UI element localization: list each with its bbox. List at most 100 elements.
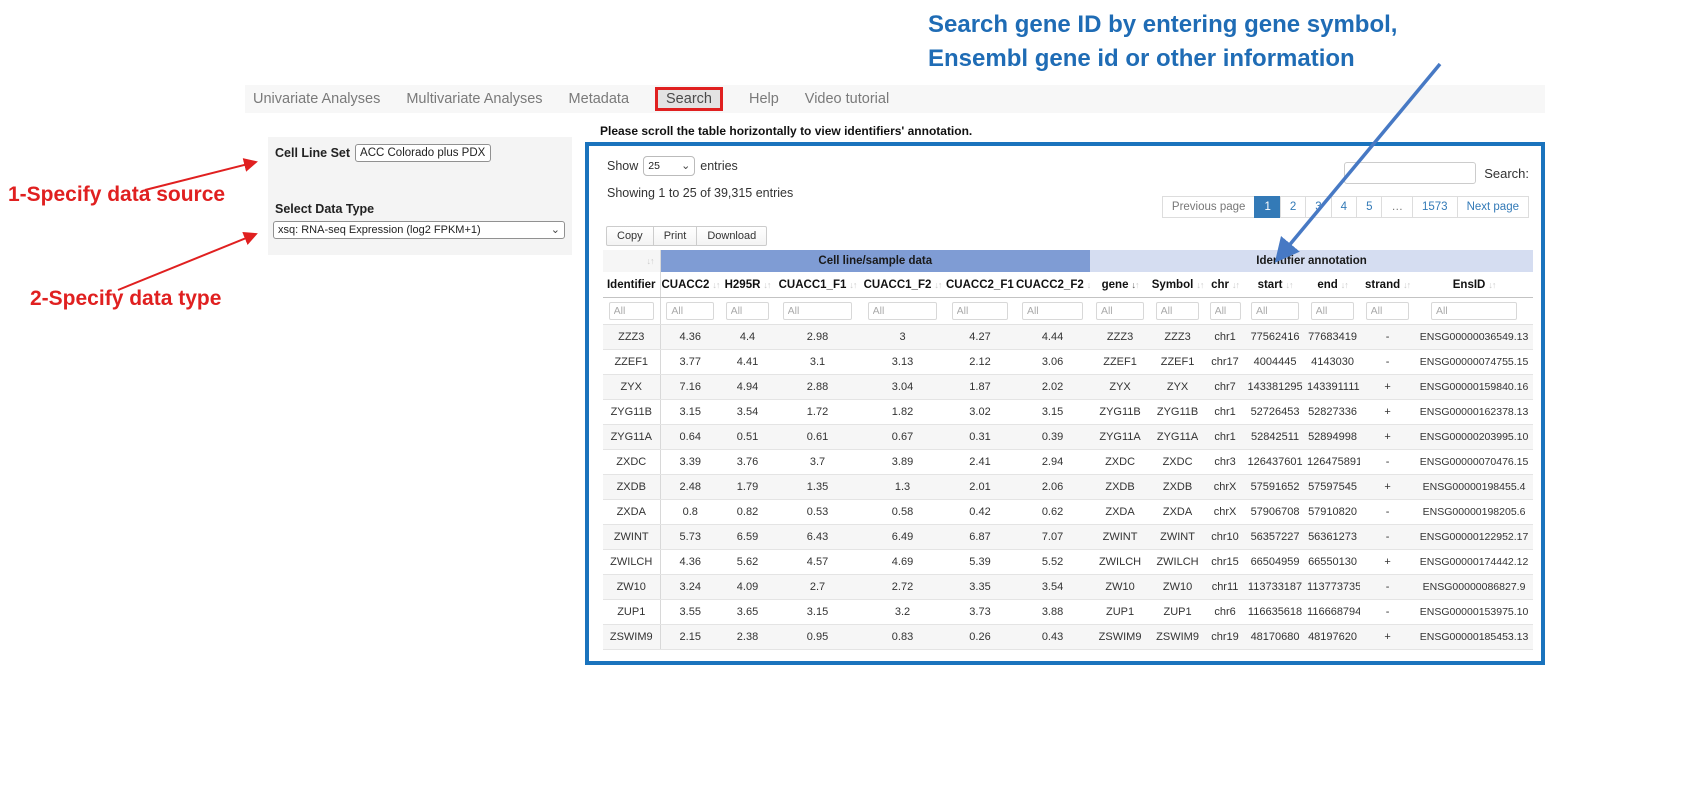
filter-input-symbol[interactable] bbox=[1156, 302, 1200, 320]
data-type-select[interactable]: xsq: RNA-seq Expression (log2 FPKM+1) ⌄ bbox=[273, 221, 565, 239]
scroll-hint: Please scroll the table horizontally to … bbox=[600, 124, 972, 138]
cell-end: 77683419 bbox=[1305, 325, 1360, 350]
cell-cuacc1-f2: 6.49 bbox=[860, 525, 945, 550]
pagination-page-2[interactable]: 2 bbox=[1280, 196, 1306, 218]
pagination-page-1[interactable]: 1 bbox=[1254, 196, 1280, 218]
sort-icon: ↓↑ bbox=[1488, 280, 1495, 290]
cell-line-set-label: Cell Line Set bbox=[275, 146, 350, 160]
column-header-cuacc1-f1[interactable]: CUACC1_F1↓↑ bbox=[775, 272, 860, 298]
cell-strand: - bbox=[1360, 500, 1415, 525]
cell-ensid: ENSG00000198455.4 bbox=[1415, 475, 1533, 500]
table-row: ZZEF13.774.413.13.132.123.06ZZEF1ZZEF1ch… bbox=[603, 350, 1533, 375]
cell-ensid: ENSG00000203995.10 bbox=[1415, 425, 1533, 450]
cell-cuacc2-f2: 2.02 bbox=[1015, 375, 1090, 400]
column-header-symbol[interactable]: Symbol↓↑ bbox=[1150, 272, 1205, 298]
filter-input-cuacc2-f1[interactable] bbox=[952, 302, 1009, 320]
cell-end: 126475891 bbox=[1305, 450, 1360, 475]
filter-input-cuacc1-f2[interactable] bbox=[868, 302, 938, 320]
gene-search-note-line1: Search gene ID by entering gene symbol, bbox=[928, 8, 1397, 42]
cell-identifier: ZZEF1 bbox=[603, 350, 660, 375]
filter-input-strand[interactable] bbox=[1366, 302, 1410, 320]
cell-chr: chr15 bbox=[1205, 550, 1245, 575]
column-header-cuacc1-f2[interactable]: CUACC1_F2↓↑ bbox=[860, 272, 945, 298]
pagination-page-4[interactable]: 4 bbox=[1331, 196, 1357, 218]
pagination-page-3[interactable]: 3 bbox=[1305, 196, 1331, 218]
nav-item-video-tutorial[interactable]: Video tutorial bbox=[805, 91, 889, 107]
table-row: ZXDB2.481.791.351.32.012.06ZXDBZXDBchrX5… bbox=[603, 475, 1533, 500]
cell-gene: ZZZ3 bbox=[1090, 325, 1150, 350]
copy-button[interactable]: Copy bbox=[606, 226, 654, 246]
cell-strand: + bbox=[1360, 550, 1415, 575]
column-header-cuacc2[interactable]: CUACC2↓↑ bbox=[660, 272, 720, 298]
cell-cuacc2-f1: 0.26 bbox=[945, 625, 1015, 650]
filter-input-start[interactable] bbox=[1251, 302, 1299, 320]
cell-end: 4143030 bbox=[1305, 350, 1360, 375]
pagination-previous[interactable]: Previous page bbox=[1162, 196, 1256, 218]
cell-h295r: 0.51 bbox=[720, 425, 775, 450]
group-header-spacer[interactable]: ↓↑ bbox=[603, 250, 660, 272]
cell-end: 116668794 bbox=[1305, 600, 1360, 625]
cell-start: 143381295 bbox=[1245, 375, 1305, 400]
filter-input-end[interactable] bbox=[1311, 302, 1355, 320]
cell-gene: ZZEF1 bbox=[1090, 350, 1150, 375]
filter-input-cuacc2[interactable] bbox=[666, 302, 714, 320]
sort-icon: ↓↑ bbox=[934, 280, 941, 290]
cell-gene: ZUP1 bbox=[1090, 600, 1150, 625]
filter-input-h295r[interactable] bbox=[726, 302, 770, 320]
cell-cuacc1-f2: 3.04 bbox=[860, 375, 945, 400]
cell-symbol: ZXDA bbox=[1150, 500, 1205, 525]
cell-chr: chr10 bbox=[1205, 525, 1245, 550]
cell-line-set-select[interactable]: ACC Colorado plus PDX ⌄ bbox=[355, 144, 491, 162]
nav-item-search[interactable]: Search bbox=[655, 87, 723, 111]
cell-chr: chr3 bbox=[1205, 450, 1245, 475]
filter-input-identifier[interactable] bbox=[609, 302, 654, 320]
filter-input-chr[interactable] bbox=[1210, 302, 1241, 320]
filter-input-gene[interactable] bbox=[1096, 302, 1144, 320]
column-header-ensid[interactable]: EnsID↓↑ bbox=[1415, 272, 1533, 298]
page-size-select[interactable]: 25 ⌄ bbox=[643, 156, 695, 176]
column-header-cuacc2-f1[interactable]: CUACC2_F1↓↑ bbox=[945, 272, 1015, 298]
cell-identifier: ZYG11B bbox=[603, 400, 660, 425]
search-input[interactable] bbox=[1344, 162, 1476, 184]
cell-cuacc2: 0.64 bbox=[660, 425, 720, 450]
note-specify-data-type: 2-Specify data type bbox=[30, 287, 221, 311]
nav-item-help[interactable]: Help bbox=[749, 91, 779, 107]
cell-strand: - bbox=[1360, 350, 1415, 375]
download-button[interactable]: Download bbox=[696, 226, 767, 246]
cell-symbol: ZW10 bbox=[1150, 575, 1205, 600]
cell-cuacc2-f1: 5.39 bbox=[945, 550, 1015, 575]
column-header-gene[interactable]: gene↓↑ bbox=[1090, 272, 1150, 298]
column-header-end[interactable]: end↓↑ bbox=[1305, 272, 1360, 298]
filter-input-cuacc2-f2[interactable] bbox=[1022, 302, 1083, 320]
nav-item-multivariate-analyses[interactable]: Multivariate Analyses bbox=[406, 91, 542, 107]
cell-chr: chr1 bbox=[1205, 400, 1245, 425]
cell-line-set-value: ACC Colorado plus PDX bbox=[360, 147, 485, 159]
cell-cuacc1-f1: 3.7 bbox=[775, 450, 860, 475]
filter-cell bbox=[945, 298, 1015, 325]
filter-input-cuacc1-f1[interactable] bbox=[783, 302, 853, 320]
column-header-cuacc2-f2[interactable]: CUACC2_F2↓↑ bbox=[1015, 272, 1090, 298]
chevron-down-icon: ⌄ bbox=[489, 148, 491, 158]
cell-ensid: ENSG00000174442.12 bbox=[1415, 550, 1533, 575]
column-header-start[interactable]: start↓↑ bbox=[1245, 272, 1305, 298]
column-header-h295r[interactable]: H295R↓↑ bbox=[720, 272, 775, 298]
column-header-chr[interactable]: chr↓↑ bbox=[1205, 272, 1245, 298]
table-row: ZSWIM92.152.380.950.830.260.43ZSWIM9ZSWI… bbox=[603, 625, 1533, 650]
cell-cuacc1-f1: 6.43 bbox=[775, 525, 860, 550]
cell-cuacc2-f2: 0.39 bbox=[1015, 425, 1090, 450]
filter-input-ensid[interactable] bbox=[1431, 302, 1517, 320]
pagination-next[interactable]: Next page bbox=[1457, 196, 1529, 218]
table-row: ZZZ34.364.42.9834.274.44ZZZ3ZZZ3chr17756… bbox=[603, 325, 1533, 350]
column-header-strand[interactable]: strand↓↑ bbox=[1360, 272, 1415, 298]
sort-icon: ↓↑ bbox=[1403, 280, 1410, 290]
print-button[interactable]: Print bbox=[653, 226, 698, 246]
cell-cuacc1-f2: 1.3 bbox=[860, 475, 945, 500]
gene-search-note: Search gene ID by entering gene symbol, … bbox=[928, 8, 1397, 76]
cell-strand: + bbox=[1360, 625, 1415, 650]
pagination-page-5[interactable]: 5 bbox=[1356, 196, 1382, 218]
nav-item-metadata[interactable]: Metadata bbox=[569, 91, 629, 107]
pagination-page-1573[interactable]: 1573 bbox=[1412, 196, 1458, 218]
cell-end: 143391111 bbox=[1305, 375, 1360, 400]
nav-item-univariate-analyses[interactable]: Univariate Analyses bbox=[253, 91, 380, 107]
pagination-ellipsis: … bbox=[1381, 196, 1413, 218]
